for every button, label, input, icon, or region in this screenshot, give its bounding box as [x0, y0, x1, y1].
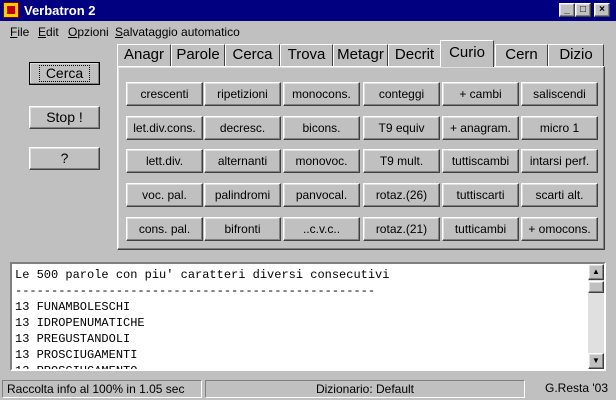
minimize-icon: _	[564, 4, 570, 15]
grid-button-tuttiscambi[interactable]: tuttiscambi	[442, 149, 519, 173]
maximize-button[interactable]: □	[575, 3, 591, 17]
menu-bar: File Edit Opzioni Salvataggio automatico	[0, 22, 616, 42]
tab-cern[interactable]: Cern	[495, 44, 548, 66]
grid-button-monocons[interactable]: monocons.	[283, 82, 360, 106]
output-line: 13 FUNAMBOLESCHI	[15, 300, 131, 314]
scroll-up-button[interactable]: ▲	[588, 264, 604, 280]
tab-dizio[interactable]: Dizio	[548, 44, 604, 66]
grid-button-lett-div[interactable]: lett.div.	[126, 149, 203, 173]
grid-button-scarti-alt[interactable]: scarti alt.	[521, 183, 598, 207]
window-title: Verbatron 2	[24, 3, 96, 18]
grid-button-alternanti[interactable]: alternanti	[204, 149, 281, 173]
close-button[interactable]: ×	[594, 3, 610, 17]
grid-button-rotaz-21[interactable]: rotaz.(21)	[363, 217, 440, 241]
tab-cerca[interactable]: Cerca	[225, 44, 280, 66]
help-button[interactable]: ?	[29, 147, 100, 170]
grid-button-micro-1[interactable]: micro 1	[521, 116, 598, 140]
tab-parole[interactable]: Parole	[171, 44, 225, 66]
grid-button-conteggi[interactable]: conteggi	[363, 82, 440, 106]
cerca-button-label: Cerca	[38, 65, 91, 82]
output-text: Le 500 parole con piu' caratteri diversi…	[15, 267, 390, 371]
grid-button-t9-mult[interactable]: T9 mult.	[363, 149, 440, 173]
grid-button-piu-omocons[interactable]: + omocons.	[521, 217, 598, 241]
minimize-button[interactable]: _	[559, 3, 575, 17]
grid-button-panvocal[interactable]: panvocal.	[283, 183, 360, 207]
menu-edit[interactable]: Edit	[38, 25, 59, 39]
scroll-down-button[interactable]: ▼	[588, 353, 604, 369]
grid-button-bifronti[interactable]: bifronti	[204, 217, 281, 241]
grid-button-tuttiscarti[interactable]: tuttiscarti	[442, 183, 519, 207]
maximize-icon: □	[579, 4, 587, 15]
output-textarea[interactable]: Le 500 parole con piu' caratteri diversi…	[10, 262, 606, 371]
status-dictionary: Dizionario: Default	[205, 380, 525, 398]
close-icon: ×	[599, 4, 605, 15]
grid-button-piu-cambi[interactable]: + cambi	[442, 82, 519, 106]
menu-file[interactable]: File	[10, 25, 29, 39]
tab-metagr[interactable]: Metagr	[333, 44, 388, 66]
output-line: 13 PROSCIUGAMENTI	[15, 348, 138, 362]
tab-curio[interactable]: Curio	[440, 40, 494, 67]
app-icon[interactable]	[3, 2, 19, 18]
arrow-up-icon: ▲	[592, 267, 600, 276]
grid-button-ripetizioni[interactable]: ripetizioni	[204, 82, 281, 106]
grid-button-bicons[interactable]: bicons.	[283, 116, 360, 140]
stop-button[interactable]: Stop !	[29, 106, 100, 129]
arrow-down-icon: ▼	[592, 356, 600, 365]
grid-button-crescenti[interactable]: crescenti	[126, 82, 203, 106]
tab-anagr[interactable]: Anagr	[117, 44, 171, 66]
grid-button-let-div-cons[interactable]: let.div.cons.	[126, 116, 203, 140]
status-bar: Raccolta info al 100% in 1.05 sec Dizion…	[0, 378, 616, 400]
grid-button-rotaz-26[interactable]: rotaz.(26)	[363, 183, 440, 207]
output-line: 13 IDROPENUMATICHE	[15, 316, 145, 330]
status-author: G.Resta '03	[545, 381, 608, 395]
grid-button-tutticambi[interactable]: tutticambi	[442, 217, 519, 241]
scrollbar-thumb[interactable]	[588, 281, 604, 293]
grid-button-piu-anagram[interactable]: + anagram.	[442, 116, 519, 140]
tab-panel-curio: crescenti ripetizioni monocons. conteggi…	[117, 66, 605, 250]
grid-button-t9-equiv[interactable]: T9 equiv	[363, 116, 440, 140]
tab-trova[interactable]: Trova	[280, 44, 333, 66]
status-info: Raccolta info al 100% in 1.05 sec	[2, 380, 202, 398]
grid-button-cons-pal[interactable]: cons. pal.	[126, 217, 203, 241]
output-line: ----------------------------------------…	[15, 284, 376, 298]
menu-opzioni[interactable]: Opzioni	[68, 25, 109, 39]
grid-button-decresc[interactable]: decresc.	[204, 116, 281, 140]
grid-button-saliscendi[interactable]: saliscendi	[521, 82, 598, 106]
grid-button-voc-pal[interactable]: voc. pal.	[126, 183, 203, 207]
grid-button-intarsi-perf[interactable]: intarsi perf.	[521, 149, 598, 173]
grid-button-palindromi[interactable]: palindromi	[204, 183, 281, 207]
menu-salvataggio[interactable]: Salvataggio automatico	[115, 25, 240, 39]
vertical-scrollbar[interactable]: ▲ ▼	[588, 264, 604, 369]
output-line: 13 PROSCIUGAMENTO	[15, 364, 138, 371]
tab-decrit[interactable]: Decrit	[388, 44, 441, 66]
grid-button-monovoc[interactable]: monovoc.	[283, 149, 360, 173]
output-line: 13 PREGUSTANDOLI	[15, 332, 131, 346]
output-line: Le 500 parole con piu' caratteri diversi…	[15, 268, 390, 282]
title-bar: Verbatron 2 _ □ ×	[0, 0, 616, 21]
cerca-button[interactable]: Cerca	[29, 62, 100, 85]
grid-button-cvc[interactable]: ..c.v.c..	[283, 217, 360, 241]
